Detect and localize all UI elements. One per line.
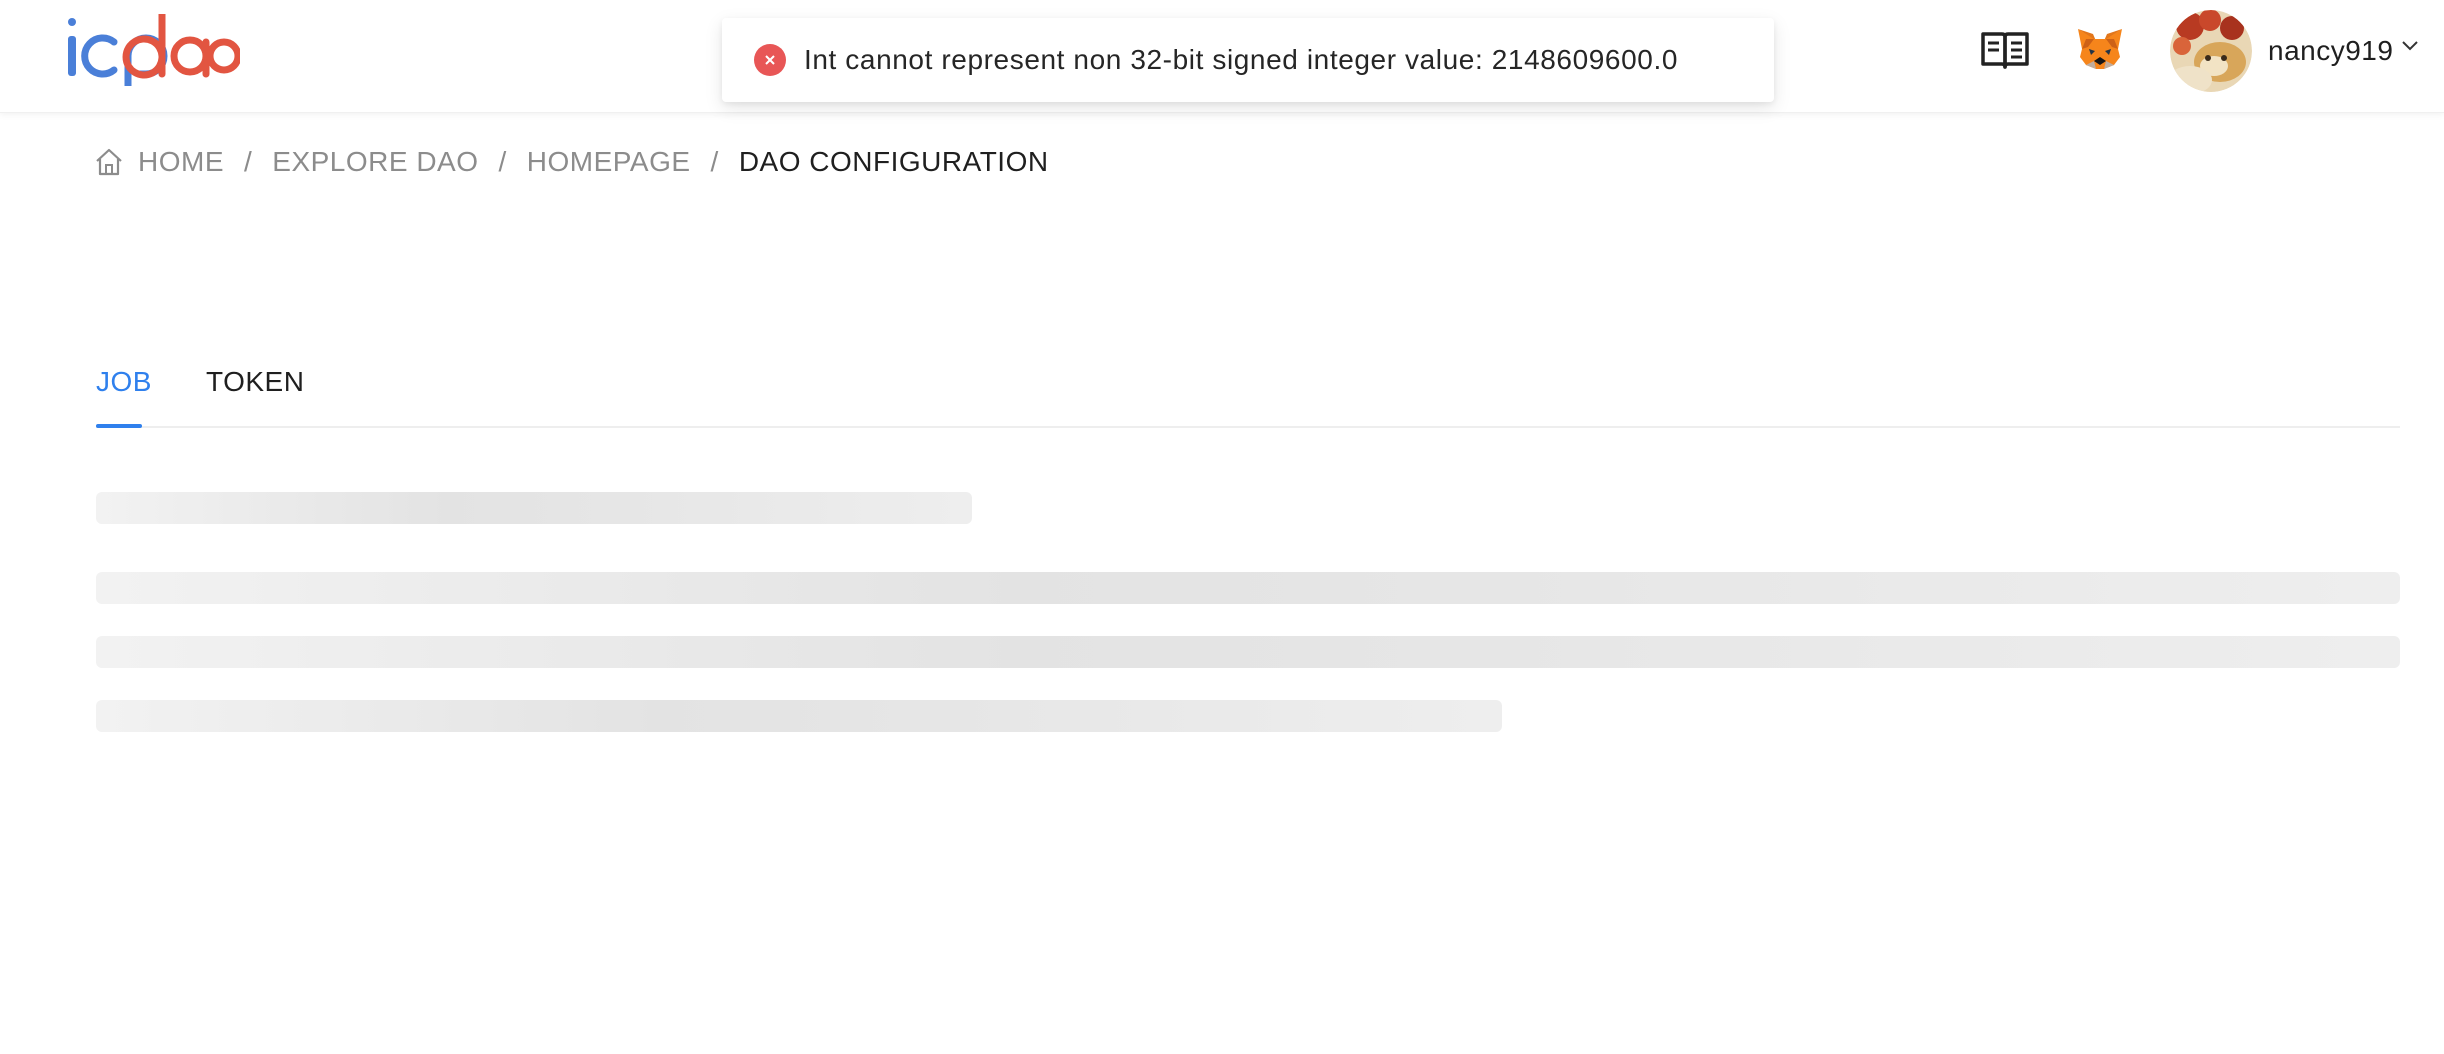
skeleton-title	[96, 492, 972, 524]
toast-message: Int cannot represent non 32-bit signed i…	[804, 44, 1678, 75]
docs-button[interactable]	[1978, 26, 2032, 74]
chevron-down-icon[interactable]	[2401, 40, 2419, 52]
close-circle-icon	[754, 44, 786, 76]
breadcrumb-separator: /	[710, 146, 719, 177]
breadcrumb-dao-configuration: DAO CONFIGURATION	[738, 146, 1049, 177]
metamask-fox-icon	[2078, 29, 2122, 69]
book-open-icon	[1981, 32, 2029, 69]
breadcrumb-separator: /	[498, 146, 507, 177]
user-menu[interactable]: nancy919	[2170, 10, 2419, 92]
home-icon[interactable]	[94, 147, 124, 177]
breadcrumb: HOME / EXPLORE DAO / HOMEPAGE / DAO CONF…	[94, 142, 1049, 182]
breadcrumb-separator: /	[244, 146, 253, 177]
breadcrumb-homepage[interactable]: HOMEPAGE	[527, 146, 691, 178]
wallet-button[interactable]	[2074, 24, 2126, 76]
skeleton-line	[96, 700, 1502, 732]
tab-job[interactable]: JOB	[96, 366, 152, 398]
breadcrumb-explore-dao[interactable]: EXPLORE DAO	[272, 146, 478, 178]
tab-token[interactable]: TOKEN	[206, 366, 304, 398]
config-tabs: JOB TOKEN	[96, 360, 2400, 428]
breadcrumb-home[interactable]: HOME	[138, 146, 224, 178]
icpdao-logo[interactable]	[66, 14, 240, 86]
skeleton-line	[96, 572, 2400, 604]
skeleton-line	[96, 636, 2400, 668]
error-toast: Int cannot represent non 32-bit signed i…	[722, 18, 1774, 102]
username[interactable]: nancy919	[2268, 35, 2393, 67]
active-tab-indicator	[96, 424, 142, 428]
avatar[interactable]	[2170, 10, 2252, 92]
